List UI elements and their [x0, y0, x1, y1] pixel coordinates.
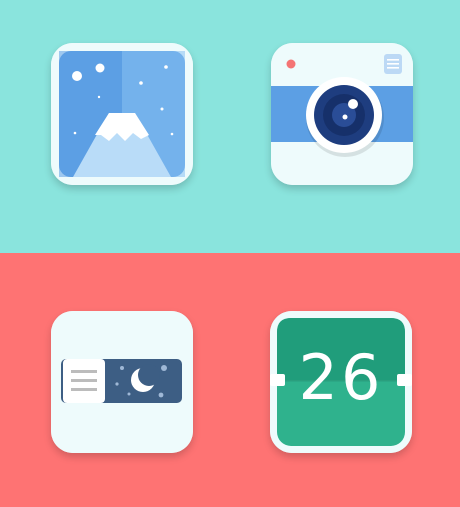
night-mode-app-icon[interactable]: [51, 311, 193, 453]
calendar-day-number: 26: [298, 341, 384, 414]
photos-app-icon[interactable]: [51, 43, 193, 185]
calendar-app-icon[interactable]: 26: [270, 311, 412, 453]
mountain-photo-icon: [51, 43, 193, 185]
camera-app-icon[interactable]: [271, 43, 413, 185]
flash-indicator-icon: [286, 59, 296, 69]
camera-icon: [271, 43, 413, 185]
moon-toggle-icon: [51, 311, 193, 453]
